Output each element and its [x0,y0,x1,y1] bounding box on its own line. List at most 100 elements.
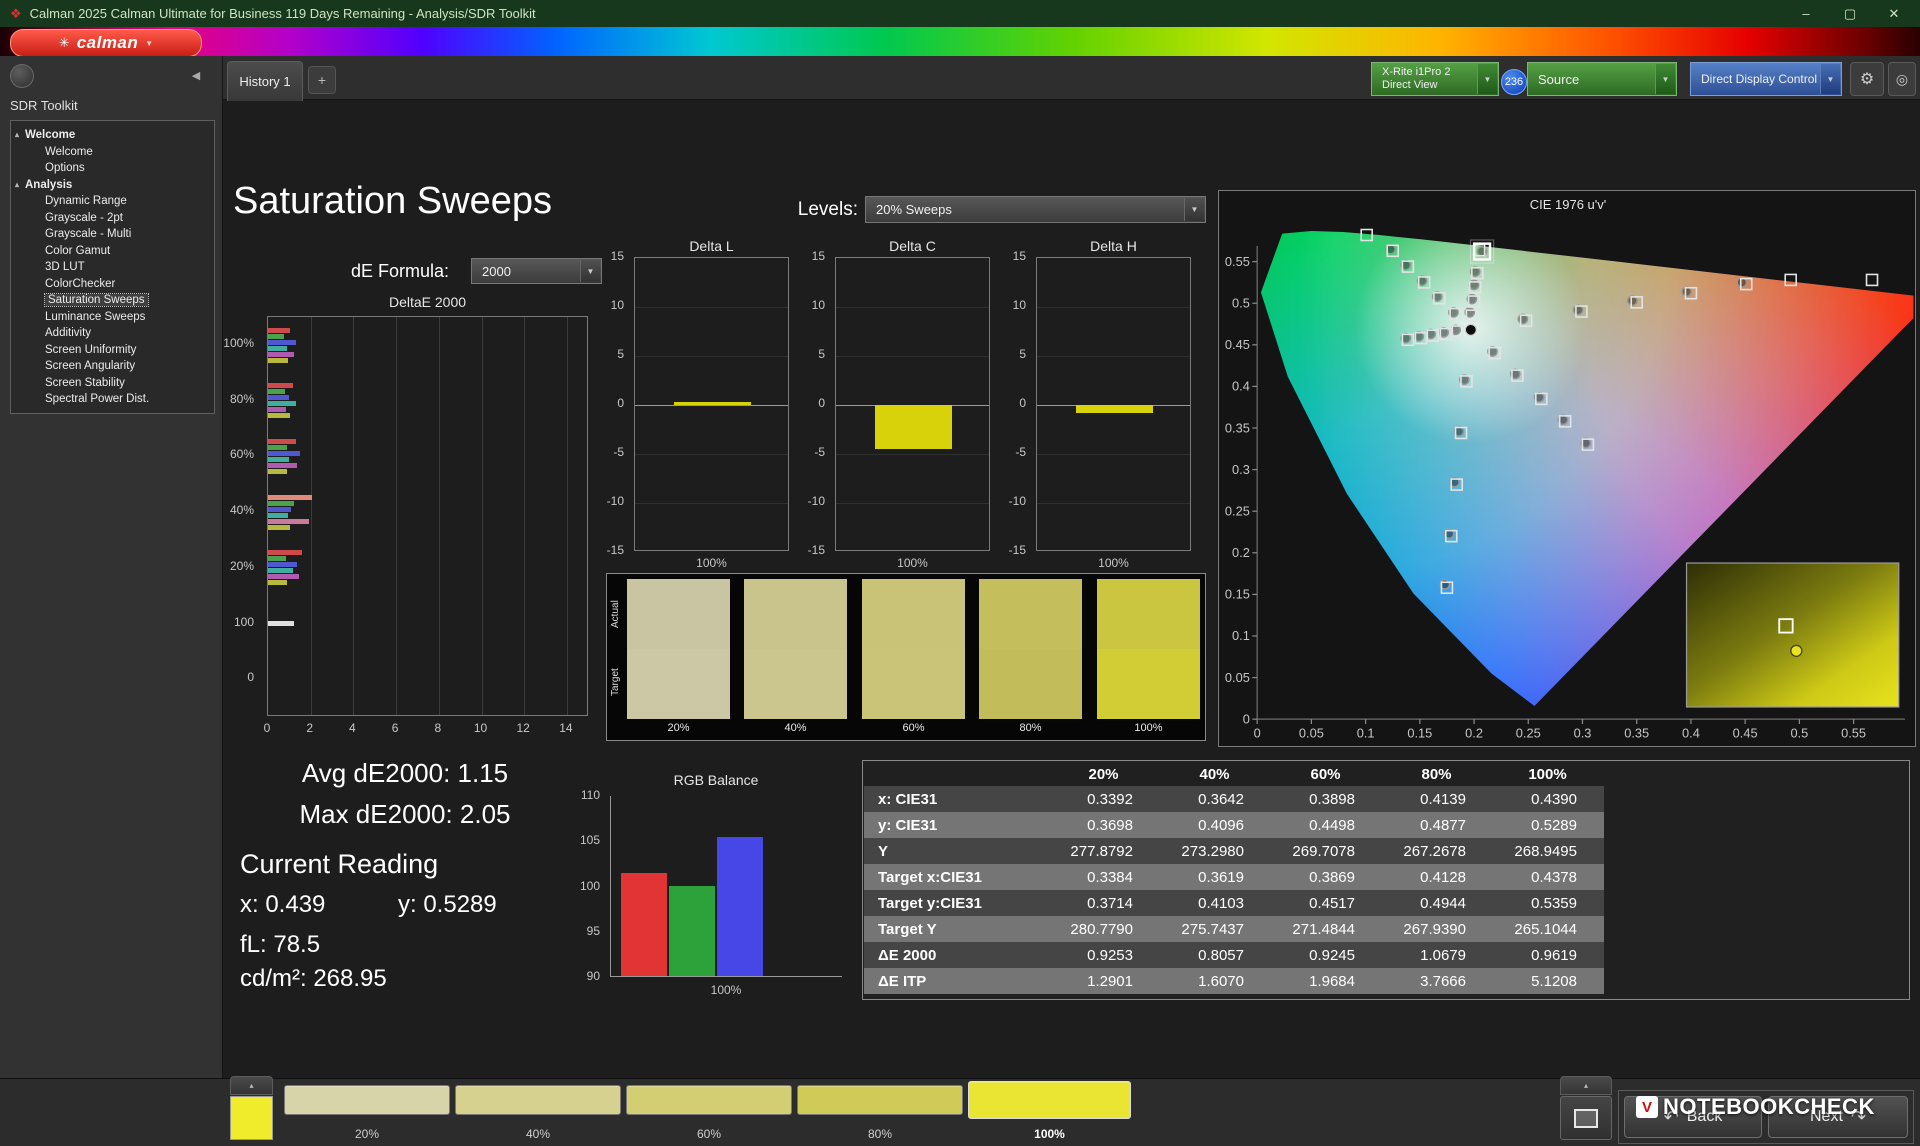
sidebar-item-color-gamut[interactable]: Color Gamut [11,243,214,260]
table-cell: 1.6070 [1198,972,1244,990]
sidebar-item-grayscale-2pt[interactable]: Grayscale - 2pt [11,210,214,227]
sidebar-item-label: Spectral Power Dist. [45,393,150,405]
deltae-bar [268,327,291,333]
sidebar-item-analysis[interactable]: ▴ Analysis [11,177,214,194]
current-cdm2: cd/m²: 268.95 [240,965,387,992]
sidebar-item-3d-lut[interactable]: 3D LUT [11,259,214,276]
dh-gridline [1037,356,1190,357]
meter-count-badge[interactable]: 236 [1501,69,1527,95]
dc-axis-label: 5 [818,347,825,361]
pattern-label: 40% [525,1127,551,1141]
svg-text:0.2: 0.2 [1232,545,1250,560]
rgb-axis-label: 95 [586,923,600,938]
table-header-cell: 40% [1199,766,1230,783]
svg-text:0.3: 0.3 [1574,725,1592,740]
table-cell: 280.7790 [1070,920,1133,938]
sidebar-collapse-button[interactable]: ◀ [186,65,206,85]
source-dropdown[interactable]: Source ▼ [1527,62,1677,96]
tab-history-1[interactable]: History 1 [227,61,303,101]
dh-axis-label: 0 [1019,396,1026,410]
table-row-label: y: CIE31 [878,816,938,834]
table-row-label: Target x:CIE31 [878,868,982,886]
table-cell: 0.8057 [1198,946,1244,964]
pattern-button-100[interactable] [968,1081,1131,1119]
swatch-target [979,649,1082,719]
sidebar-item-additivity[interactable]: Additivity [11,325,214,342]
collapse-left-icon: ◀ [191,69,201,82]
workflow-tree: ▴ Welcome Welcome Options ▴ Analysis Dynamic R… [10,120,215,414]
sidebar-item-welcome[interactable]: Welcome [11,144,214,161]
svg-text:0.4: 0.4 [1232,379,1250,394]
sidebar-item-options[interactable]: Options [11,160,214,177]
maximize-button[interactable]: ▢ [1828,0,1872,27]
deltae-bar [268,580,288,586]
power-button[interactable]: ◎ [1888,62,1916,96]
sidebar-item-saturation-sweeps[interactable]: Saturation Sweeps [11,292,214,309]
minimize-button[interactable]: – [1784,0,1828,27]
dh-gridline [1037,454,1190,455]
dh-bar [1076,405,1153,413]
settings-button[interactable]: ⚙ [1850,62,1884,96]
pattern-color-tile[interactable] [230,1096,273,1140]
dl-axis-label: -15 [606,543,624,557]
pattern-drawer-handle-left[interactable]: ▴ [230,1076,273,1095]
sidebar-item-luminance-sweeps[interactable]: Luminance Sweeps [11,309,214,326]
calman-menu-button[interactable]: ✳ calman ▼ [10,29,202,57]
deltae-axis-label: 40% [229,503,254,518]
svg-text:0.1: 0.1 [1357,725,1375,740]
table-header-cell: 60% [1310,766,1341,783]
pattern-button-80[interactable] [797,1085,963,1115]
next-button[interactable]: Next ↷ [1768,1096,1908,1138]
meter-dropdown[interactable]: X-Rite i1Pro 2 Direct View ▼ [1371,62,1499,96]
rgb-balance-x-label: 100% [710,983,742,997]
deltae-x-axis: 0 2 4 6 8 10 12 14 [264,721,588,735]
sidebar-item-label: Grayscale - 2pt [45,211,123,224]
pattern-drawer-handle-right[interactable]: ▴ [1560,1076,1612,1095]
pattern-window-button[interactable] [1560,1096,1612,1140]
swatch-comparison-strip: Actual Target 20% 40% 60% 80% 100% [606,573,1206,741]
de-formula-dropdown[interactable]: 2000 ▼ [471,258,602,284]
dc-axis-label: -15 [807,543,825,557]
table-cell: 0.5289 [1531,816,1577,834]
deltae-bar [268,339,296,345]
dc-axis-label: 10 [811,298,825,312]
swatch-level-label: 80% [1019,722,1042,734]
table-cell: 0.3384 [1087,868,1133,886]
display-control-dropdown[interactable]: Direct Display Control ▼ [1690,62,1842,96]
back-button[interactable]: ↶ Back [1624,1096,1762,1138]
next-label: Next [1810,1108,1843,1125]
table-cell: 0.3619 [1198,868,1244,886]
tree-expand-icon[interactable]: ▴ [15,177,19,194]
add-tab-button[interactable]: + [308,66,336,94]
sidebar-item-welcome[interactable]: ▴ Welcome [11,127,214,144]
close-button[interactable]: ✕ [1872,0,1916,27]
deltae-bar [268,556,287,562]
sidebar-item-colorchecker[interactable]: ColorChecker [11,276,214,293]
workflow-menu-button[interactable] [10,64,34,88]
table-row: Target x:CIE31 0.3384 0.3619 0.3869 0.4128 0.… [864,864,1604,890]
deltae-axis-label: 100 [233,614,254,629]
sidebar-item-screen-stability[interactable]: Screen Stability [11,375,214,392]
sidebar-item-label: Screen Uniformity [45,343,137,356]
table-cell: 0.4378 [1531,868,1577,886]
pattern-button-60[interactable] [626,1085,792,1115]
table-cell: 0.4390 [1531,790,1577,808]
pattern-button-40[interactable] [455,1085,621,1115]
dc-bar [875,405,952,450]
tree-expand-icon[interactable]: ▴ [15,127,19,144]
table-cell: 1.0679 [1420,946,1466,964]
swatch-target [744,649,847,719]
levels-dropdown[interactable]: 20% Sweeps ▼ [865,196,1206,223]
chevron-down-icon: ▼ [1655,64,1675,94]
sidebar-item-dynamic-range[interactable]: Dynamic Range [11,193,214,210]
cie-1976-diagram: 0 0.05 0.1 0.15 0.2 0.25 0.3 0.35 0.4 0.45 0.5 0.55… [1225,228,1914,740]
dh-axis-label: 10 [1012,298,1026,312]
sidebar-item-spectral-power-dist-[interactable]: Spectral Power Dist. [11,391,214,408]
sidebar-item-grayscale-multi[interactable]: Grayscale - Multi [11,226,214,243]
sidebar-item-screen-uniformity[interactable]: Screen Uniformity [11,342,214,359]
pattern-button-20[interactable] [284,1085,450,1115]
meter-name: X-Rite i1Pro 2 [1382,66,1451,78]
sidebar-item-screen-angularity[interactable]: Screen Angularity [11,358,214,375]
deltae-bar [268,401,296,407]
rainbow-banner [0,27,1920,56]
